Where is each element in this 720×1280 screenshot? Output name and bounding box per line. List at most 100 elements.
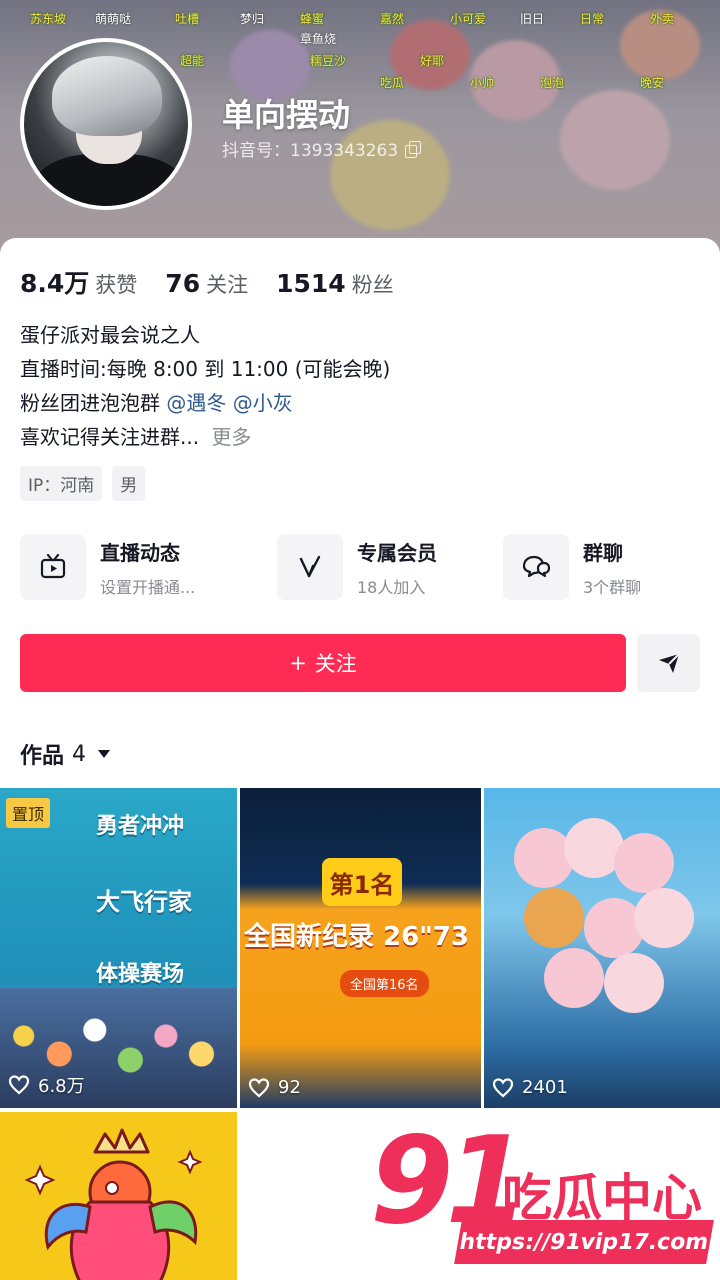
watermark-url: https://91vip17.com	[454, 1220, 714, 1264]
bio-line: 蛋仔派对最会说之人	[20, 323, 200, 347]
stat-followers[interactable]: 1514 粉丝	[276, 269, 394, 299]
danmaku-text: 泡泡	[540, 76, 565, 90]
danmaku-text: 苏东坡	[30, 12, 67, 26]
heart-icon	[8, 1075, 30, 1095]
video-thumbnail-art	[524, 888, 584, 948]
video-likes-count: 6.8万	[38, 1076, 85, 1097]
douyin-id[interactable]: 抖音号：1393343263	[222, 136, 422, 161]
works-tab[interactable]: 作品 4	[20, 738, 111, 770]
heart-icon	[248, 1077, 270, 1097]
feature-live[interactable]: 直播动态 设置开播通...	[20, 532, 195, 602]
video-title-text: 大飞行家	[96, 888, 192, 916]
mention-link[interactable]: @小灰	[233, 391, 293, 415]
feature-live-title: 直播动态	[100, 540, 180, 565]
chat-icon	[503, 534, 569, 600]
video-tile[interactable]: 勇者冲冲 大飞行家 体操赛场 置顶 6.8万	[0, 788, 237, 1108]
video-likes: 6.8万	[8, 1072, 85, 1098]
feature-membership-title: 专属会员	[357, 540, 437, 565]
follow-button[interactable]: + 关注	[20, 634, 626, 692]
feature-group-chat-text: 群聊 3个群聊	[583, 537, 641, 598]
send-icon	[658, 653, 680, 673]
watermark: 91 吃瓜中心 https://91vip17.com	[370, 1122, 716, 1272]
plus-icon: +	[289, 651, 307, 675]
video-likes: 92	[248, 1077, 301, 1098]
avatar-image	[24, 42, 188, 206]
feature-live-text: 直播动态 设置开播通...	[100, 537, 195, 598]
profile-page: 苏东坡 萌萌哒 吐槽 梦归 蜂蜜 嘉然 小可爱 旧日 日常 外卖 章鱼烧 糯豆沙…	[0, 0, 720, 1280]
copy-icon[interactable]	[404, 140, 422, 158]
video-thumbnail-art	[604, 953, 664, 1013]
video-likes: 2401	[492, 1077, 568, 1098]
feature-membership[interactable]: 专属会员 18人加入	[277, 532, 437, 602]
stats-row: 8.4万 获赞 76 关注 1514 粉丝	[20, 264, 394, 300]
video-thumbnail-art	[544, 948, 604, 1008]
danmaku-text: 萌萌哒	[95, 12, 132, 26]
stat-following-label: 关注	[206, 273, 249, 297]
danmaku-text: 晚安	[640, 76, 665, 90]
feature-group-chat[interactable]: 群聊 3个群聊	[503, 532, 641, 602]
bio-text: 粉丝团进泡泡群	[20, 391, 160, 415]
video-title-text: 勇者冲冲	[96, 814, 185, 839]
feature-group-chat-title: 群聊	[583, 540, 623, 565]
share-button[interactable]	[637, 634, 700, 692]
danmaku-text: 蜂蜜	[300, 12, 325, 26]
profile-banner: 苏东坡 萌萌哒 吐槽 梦归 蜂蜜 嘉然 小可爱 旧日 日常 外卖 章鱼烧 糯豆沙…	[0, 0, 720, 260]
danmaku-text: 旧日	[520, 12, 545, 26]
douyin-id-text: 抖音号：1393343263	[222, 141, 399, 161]
video-likes-count: 92	[278, 1077, 301, 1098]
bio-text: 喜欢记得关注进群...	[20, 425, 200, 449]
danmaku-text: 吃瓜	[380, 76, 405, 90]
ip-location-tag: IP：河南	[20, 466, 103, 501]
danmaku-text: 外卖	[650, 12, 675, 26]
follow-label: 关注	[314, 652, 357, 676]
danmaku-text: 小帅	[470, 76, 495, 90]
stat-likes: 8.4万 获赞	[20, 264, 137, 300]
stat-followers-count: 1514	[276, 269, 346, 298]
v-icon	[277, 534, 343, 600]
danmaku-text: 超能	[180, 54, 205, 68]
danmaku-text: 嘉然	[380, 12, 405, 26]
feature-membership-sub: 18人加入	[357, 577, 426, 597]
gender-tag: 男	[112, 466, 146, 501]
feature-row: 直播动态 设置开播通... 专属会员 18人加入 群聊 3个群聊	[20, 532, 700, 602]
video-title-text: 体操赛场	[96, 962, 185, 987]
video-tile[interactable]	[0, 1112, 237, 1280]
bio-line: 直播时间:每晚 8:00 到 11:00 (可能会晚)	[20, 357, 391, 381]
stat-following[interactable]: 76 关注	[165, 269, 248, 299]
video-title-text: 全国新纪录 26"73	[244, 922, 469, 952]
video-thumbnail-art	[634, 888, 694, 948]
username: 单向摆动	[222, 96, 351, 134]
pinned-badge: 置顶	[6, 798, 51, 828]
danmaku-text: 章鱼烧	[300, 32, 337, 46]
video-thumbnail-art	[614, 833, 674, 893]
caret-down-icon	[98, 750, 111, 758]
feature-membership-text: 专属会员 18人加入	[357, 537, 437, 598]
avatar[interactable]	[20, 38, 192, 210]
rank-badge: 第1名	[322, 858, 402, 906]
stat-following-count: 76	[165, 269, 201, 298]
bio: 蛋仔派对最会说之人 直播时间:每晚 8:00 到 11:00 (可能会晚) 粉丝…	[20, 318, 390, 454]
rooster-crown-icon	[24, 1128, 203, 1280]
danmaku-text: 吐槽	[175, 12, 200, 26]
stat-likes-count: 8.4万	[20, 269, 90, 298]
stat-followers-label: 粉丝	[351, 273, 394, 297]
video-rank-pill: 全国第16名	[340, 970, 429, 997]
video-tile[interactable]: 第1名 全国新纪录 26"73 全国第16名 92	[240, 788, 481, 1108]
feature-live-sub: 设置开播通...	[100, 577, 196, 597]
danmaku-text: 糯豆沙	[310, 54, 347, 68]
bio-more-link[interactable]: 更多	[211, 425, 251, 449]
danmaku-text: 梦归	[240, 12, 265, 26]
works-label: 作品	[20, 744, 65, 769]
heart-icon	[492, 1077, 514, 1097]
video-tile[interactable]: 2401	[484, 788, 720, 1108]
tv-icon	[20, 534, 86, 600]
mention-link[interactable]: @遇冬	[166, 391, 226, 415]
stat-likes-label: 获赞	[95, 273, 138, 297]
avatar-hair	[52, 56, 162, 136]
danmaku-text: 日常	[580, 12, 605, 26]
video-likes-count: 2401	[522, 1077, 568, 1098]
bio-line: 喜欢记得关注进群... 更多	[20, 420, 390, 454]
works-count: 4	[72, 741, 87, 767]
feature-group-chat-sub: 3个群聊	[583, 577, 642, 597]
danmaku-text: 小可爱	[450, 12, 487, 26]
